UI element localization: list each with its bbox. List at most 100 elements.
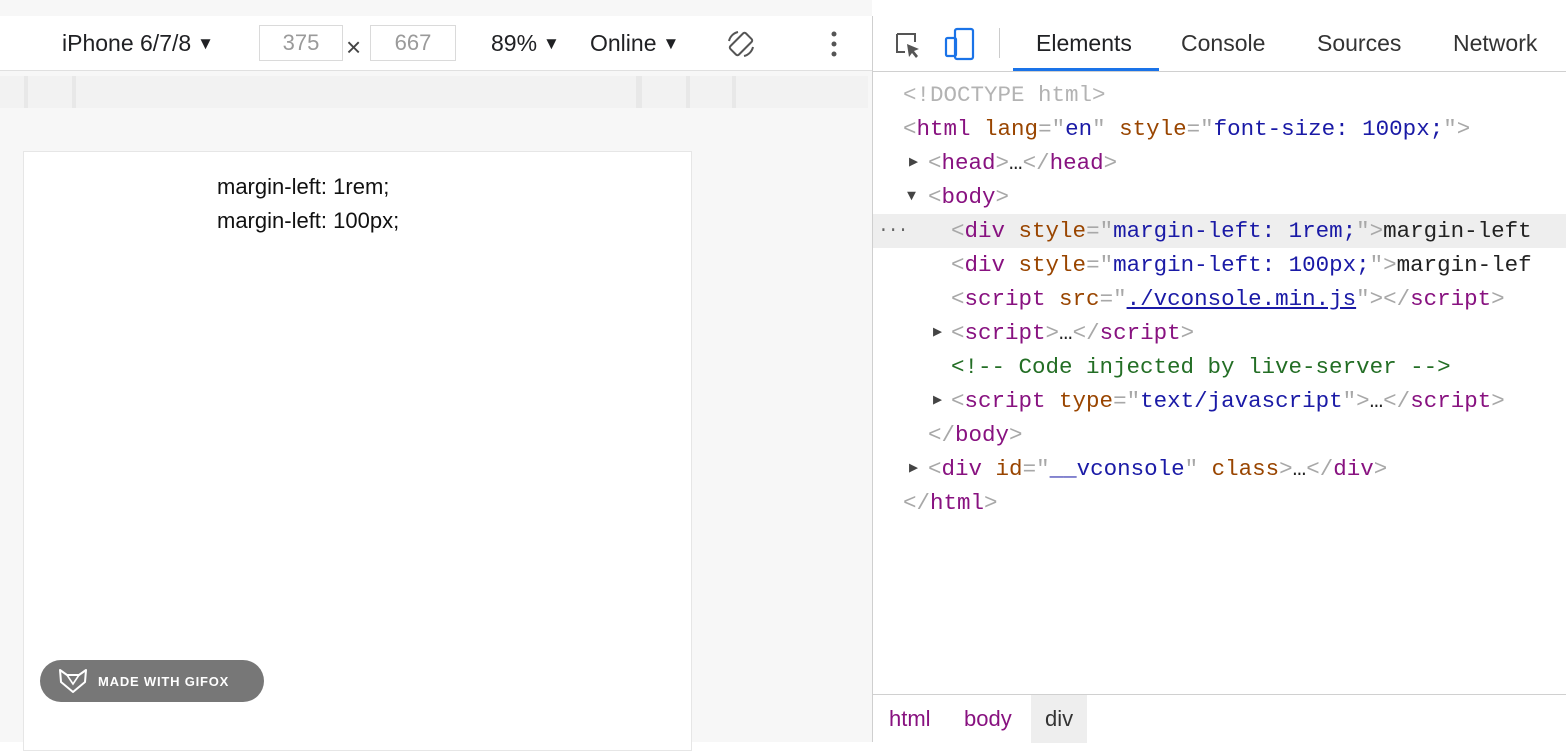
- node-text: margin-lef: [1396, 252, 1532, 278]
- attr-name: type: [1059, 388, 1114, 414]
- attr-value: __vconsole: [1049, 456, 1185, 482]
- tag-name: script: [964, 286, 1046, 312]
- tag-name: script: [964, 388, 1046, 414]
- rotate-icon[interactable]: [726, 29, 756, 59]
- tab-elements[interactable]: Elements: [1036, 30, 1132, 57]
- dom-node-script[interactable]: <script src="./vconsole.min.js"></script…: [873, 282, 1566, 316]
- attr-value: font-size: 100px;: [1213, 116, 1444, 142]
- tag-name: head: [941, 150, 996, 176]
- attr-value: margin-left: 100px;: [1113, 252, 1370, 278]
- ruler-segment[interactable]: [0, 76, 24, 108]
- tag-name: div: [964, 218, 1006, 244]
- throttle-select[interactable]: Online ▼: [590, 30, 679, 57]
- ruler-segment[interactable]: [690, 76, 732, 108]
- toolbar-divider: [999, 28, 1000, 58]
- tag-name: div: [964, 252, 1006, 278]
- ellipsis: …: [1369, 388, 1384, 414]
- ruler-segment[interactable]: [736, 76, 868, 108]
- attr-value: margin-left: 1rem;: [1113, 218, 1357, 244]
- fox-logo-icon: [59, 669, 87, 693]
- more-actions-icon[interactable]: ···: [878, 214, 908, 248]
- tag-name: body: [955, 422, 1010, 448]
- tag-name: html: [916, 116, 971, 142]
- script-src-link[interactable]: ./vconsole.min.js: [1127, 286, 1357, 312]
- dom-node-html[interactable]: <html lang="en" style="font-size: 100px;…: [873, 112, 1566, 146]
- gifox-badge-text: MADE WITH GIFOX: [98, 673, 230, 689]
- attr-name: id: [995, 456, 1023, 482]
- attr-name: style: [1018, 218, 1087, 244]
- node-text: margin-left: [1383, 218, 1532, 244]
- ruler-segment[interactable]: [642, 76, 686, 108]
- width-input[interactable]: [259, 25, 343, 61]
- device-select[interactable]: iPhone 6/7/8 ▼: [62, 30, 214, 57]
- tab-network[interactable]: Network: [1453, 30, 1537, 57]
- dom-node-div-vconsole[interactable]: ▶ <div id="__vconsole" class>…</div>: [873, 452, 1566, 486]
- ruler-segment[interactable]: [28, 76, 72, 108]
- dom-node-html-close[interactable]: </html>: [873, 486, 1566, 520]
- dom-node-div[interactable]: <div style="margin-left: 100px;">margin-…: [873, 248, 1566, 282]
- height-input[interactable]: [370, 25, 456, 61]
- viewport-text-line: margin-left: 1rem;: [217, 174, 390, 199]
- devtools-toolbar: Elements Console Sources Network: [873, 16, 1566, 72]
- device-toolbar: iPhone 6/7/8 ▼ × 89% ▼ Online ▼: [0, 16, 872, 71]
- attr-value: en: [1065, 116, 1093, 142]
- attr-name: src: [1059, 286, 1100, 312]
- comment-text: <!-- Code injected by live-server -->: [951, 354, 1451, 380]
- tab-console[interactable]: Console: [1181, 30, 1265, 57]
- tag-name: script: [1099, 320, 1181, 346]
- media-query-ruler[interactable]: [0, 76, 868, 108]
- tag-name: script: [1410, 388, 1492, 414]
- toggle-device-toolbar-icon[interactable]: [943, 26, 979, 62]
- dom-node-script[interactable]: ▶ <script type="text/javascript">…</scri…: [873, 384, 1566, 418]
- tag-name: body: [941, 184, 996, 210]
- tab-sources[interactable]: Sources: [1317, 30, 1401, 57]
- tag-name: html: [930, 490, 985, 516]
- device-emulation-pane: iPhone 6/7/8 ▼ × 89% ▼ Online ▼ margin-left…: [0, 0, 872, 751]
- attr-name: lang: [984, 116, 1039, 142]
- active-tab-indicator: [1013, 68, 1159, 71]
- expand-triangle-icon[interactable]: ▶: [933, 316, 942, 350]
- tag-name: script: [1410, 286, 1492, 312]
- expand-triangle-icon[interactable]: ▶: [933, 384, 942, 418]
- ellipsis: …: [1059, 320, 1073, 346]
- dom-node-div-selected[interactable]: ··· <div style="margin-left: 1rem;">marg…: [873, 214, 1566, 248]
- tag-name: head: [1049, 150, 1104, 176]
- ellipsis: …: [1292, 456, 1307, 482]
- gifox-badge: MADE WITH GIFOX: [40, 660, 264, 702]
- zoom-value: 89%: [491, 30, 538, 56]
- breadcrumb-div[interactable]: div: [1031, 695, 1088, 743]
- devtools-panel: Elements Console Sources Network <!DOCTY…: [872, 16, 1566, 743]
- dom-node-body[interactable]: ▼ <body>: [873, 180, 1566, 214]
- breadcrumb-html[interactable]: html: [875, 695, 945, 743]
- breadcrumb-body[interactable]: body: [950, 695, 1026, 743]
- expand-triangle-icon[interactable]: ▶: [909, 452, 918, 486]
- chevron-down-icon: ▼: [543, 34, 560, 53]
- chevron-down-icon: ▼: [662, 34, 680, 53]
- dom-node-doctype[interactable]: <!DOCTYPE html>: [873, 78, 1566, 112]
- doctype-text: <!DOCTYPE html>: [903, 82, 1106, 108]
- inspect-element-icon[interactable]: [893, 30, 923, 60]
- more-options-icon[interactable]: [824, 28, 844, 60]
- dom-node-head[interactable]: ▶ <head>…</head>: [873, 146, 1566, 180]
- ruler-segment[interactable]: [76, 76, 636, 108]
- zoom-select[interactable]: 89% ▼: [491, 30, 560, 57]
- tag-name: script: [964, 320, 1046, 346]
- chevron-down-icon: ▼: [197, 34, 214, 53]
- expand-triangle-icon[interactable]: ▶: [909, 146, 918, 180]
- times-icon: ×: [346, 32, 362, 62]
- device-name: iPhone 6/7/8: [62, 30, 192, 56]
- throttle-value: Online: [590, 30, 657, 56]
- ellipsis: …: [1009, 150, 1023, 176]
- viewport-text-line: margin-left: 100px;: [217, 208, 400, 233]
- tag-name: div: [1333, 456, 1374, 482]
- dom-breadcrumb: html body div: [873, 694, 1566, 743]
- dom-node-comment[interactable]: <!-- Code injected by live-server -->: [873, 350, 1566, 384]
- dom-node-script[interactable]: ▶ <script>…</script>: [873, 316, 1566, 350]
- dom-tree[interactable]: <!DOCTYPE html> <html lang="en" style="f…: [873, 72, 1566, 694]
- attr-name: style: [1119, 116, 1187, 142]
- attr-name: class: [1211, 456, 1280, 482]
- dom-node-body-close[interactable]: </body>: [873, 418, 1566, 452]
- attr-name: style: [1018, 252, 1087, 278]
- tag-name: div: [941, 456, 983, 482]
- collapse-triangle-icon[interactable]: ▼: [907, 180, 916, 214]
